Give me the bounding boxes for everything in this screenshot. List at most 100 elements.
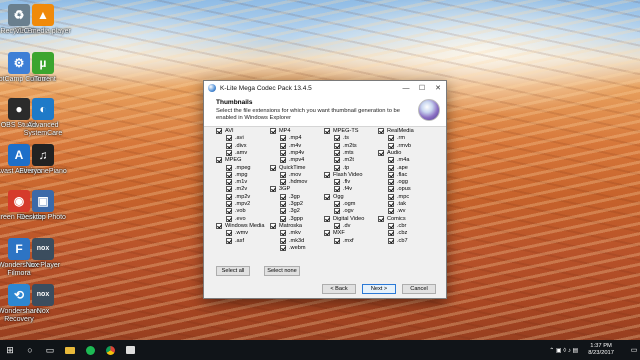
checkbox-label: RealMedia (387, 128, 414, 134)
checkbox[interactable] (388, 237, 394, 244)
checkbox[interactable] (388, 193, 394, 200)
desktop-icon[interactable]: ♫ EveryonePiano (14, 144, 72, 176)
checkbox[interactable] (216, 128, 222, 134)
checkbox[interactable] (226, 230, 232, 237)
checkbox[interactable] (324, 171, 330, 178)
task-view-button[interactable]: ▭ (40, 340, 60, 360)
checkbox[interactable] (334, 201, 340, 207)
desktop-icon[interactable]: µ uTorrent (14, 52, 72, 84)
checkbox[interactable] (388, 135, 394, 142)
checkbox[interactable] (378, 149, 384, 156)
checkbox[interactable] (226, 208, 232, 215)
checkbox[interactable] (280, 215, 286, 222)
checkbox[interactable] (388, 164, 394, 171)
checkbox[interactable] (280, 230, 286, 237)
cancel-button[interactable]: Cancel (402, 284, 436, 294)
explorer-icon[interactable] (60, 340, 80, 360)
checkbox[interactable] (280, 208, 286, 215)
checkbox[interactable] (280, 244, 286, 251)
back-button[interactable]: < Back (322, 284, 356, 294)
checkbox[interactable] (334, 149, 340, 156)
checkbox[interactable] (280, 237, 286, 244)
checkbox[interactable] (388, 142, 394, 149)
spotify-icon[interactable] (80, 340, 100, 360)
checkbox[interactable] (280, 135, 286, 142)
checkbox[interactable] (334, 157, 340, 164)
notification-icon[interactable]: ▭ (628, 345, 640, 355)
checkbox[interactable] (270, 128, 276, 134)
checkbox[interactable] (388, 157, 394, 164)
tray-icons[interactable]: ⌃ ▣ ◊ ♪ ▤ (549, 347, 578, 354)
select-all-button[interactable]: Select all (216, 266, 250, 276)
checkbox[interactable] (280, 201, 286, 207)
nox-icon: nox (32, 284, 54, 306)
checkbox[interactable] (378, 215, 384, 222)
checkbox[interactable] (378, 128, 384, 134)
checkbox-label: .m2t (343, 157, 354, 164)
desktop-icon[interactable]: nox Nox (14, 284, 72, 316)
checkbox[interactable] (216, 157, 222, 164)
start-button[interactable]: ⊞ (0, 340, 20, 360)
checkbox[interactable] (226, 179, 232, 186)
dialog-titlebar[interactable]: K-Lite Mega Codec Pack 13.4.5 — ☐ ✕ (204, 81, 446, 95)
media-icon[interactable] (120, 340, 140, 360)
select-none-button[interactable]: Select none (264, 266, 300, 276)
checkbox[interactable] (270, 222, 276, 229)
desktop-icon[interactable]: ▲ VLC media player (14, 4, 72, 36)
desktop-icon[interactable]: ◐ Advanced SystemCare (14, 98, 72, 138)
extension-checkbox[interactable]: .webm (270, 244, 305, 252)
clock[interactable]: 1:37 PM 8/23/2017 (588, 343, 614, 357)
minimize-button[interactable]: — (398, 81, 414, 95)
checkbox[interactable] (324, 193, 330, 200)
checkbox[interactable] (388, 230, 394, 237)
checkbox[interactable] (226, 215, 232, 222)
checkbox[interactable] (226, 237, 232, 244)
checkbox[interactable] (280, 142, 286, 149)
checkbox[interactable] (334, 186, 340, 193)
checkbox[interactable] (226, 186, 232, 193)
checkbox[interactable] (334, 222, 340, 229)
checkbox[interactable] (388, 186, 394, 193)
extension-checkbox[interactable]: .cb7 (378, 237, 408, 245)
checkbox[interactable] (334, 142, 340, 149)
checkbox[interactable] (270, 186, 276, 193)
next-button[interactable]: Next > (362, 284, 396, 294)
checkbox[interactable] (226, 149, 232, 156)
checkbox[interactable] (324, 128, 330, 134)
checkbox[interactable] (280, 171, 286, 178)
close-button[interactable]: ✕ (430, 81, 446, 95)
checkbox-label: .ts (343, 135, 349, 142)
checkbox[interactable] (226, 135, 232, 142)
checkbox[interactable] (216, 222, 222, 229)
checkbox[interactable] (334, 164, 340, 171)
maximize-button[interactable]: ☐ (414, 81, 430, 95)
checkbox[interactable] (226, 142, 232, 149)
checkbox[interactable] (324, 215, 330, 222)
checkbox[interactable] (388, 208, 394, 215)
checkbox[interactable] (280, 149, 286, 156)
checkbox[interactable] (226, 193, 232, 200)
chrome-icon[interactable] (100, 340, 120, 360)
checkbox[interactable] (226, 201, 232, 207)
checkbox[interactable] (280, 193, 286, 200)
checkbox[interactable] (388, 171, 394, 178)
desktop-icon[interactable]: nox Nox Player (14, 238, 72, 270)
extension-checkbox[interactable]: .asf (216, 237, 244, 245)
checkbox[interactable] (226, 164, 232, 171)
desktop-icon[interactable]: ▣ Desktop Photo (14, 190, 72, 222)
checkbox[interactable] (334, 237, 340, 244)
checkbox[interactable] (280, 157, 286, 164)
checkbox[interactable] (334, 179, 340, 186)
checkbox[interactable] (388, 179, 394, 186)
checkbox[interactable] (280, 179, 286, 186)
checkbox[interactable] (270, 164, 276, 171)
checkbox[interactable] (324, 230, 330, 237)
checkbox[interactable] (388, 201, 394, 207)
checkbox[interactable] (334, 208, 340, 215)
extension-checkbox[interactable]: .mxf (324, 237, 354, 245)
checkbox[interactable] (334, 135, 340, 142)
checkbox[interactable] (388, 222, 394, 229)
search-button[interactable]: ○ (20, 340, 40, 360)
checkbox[interactable] (226, 171, 232, 178)
klite-logo-icon (418, 99, 440, 121)
